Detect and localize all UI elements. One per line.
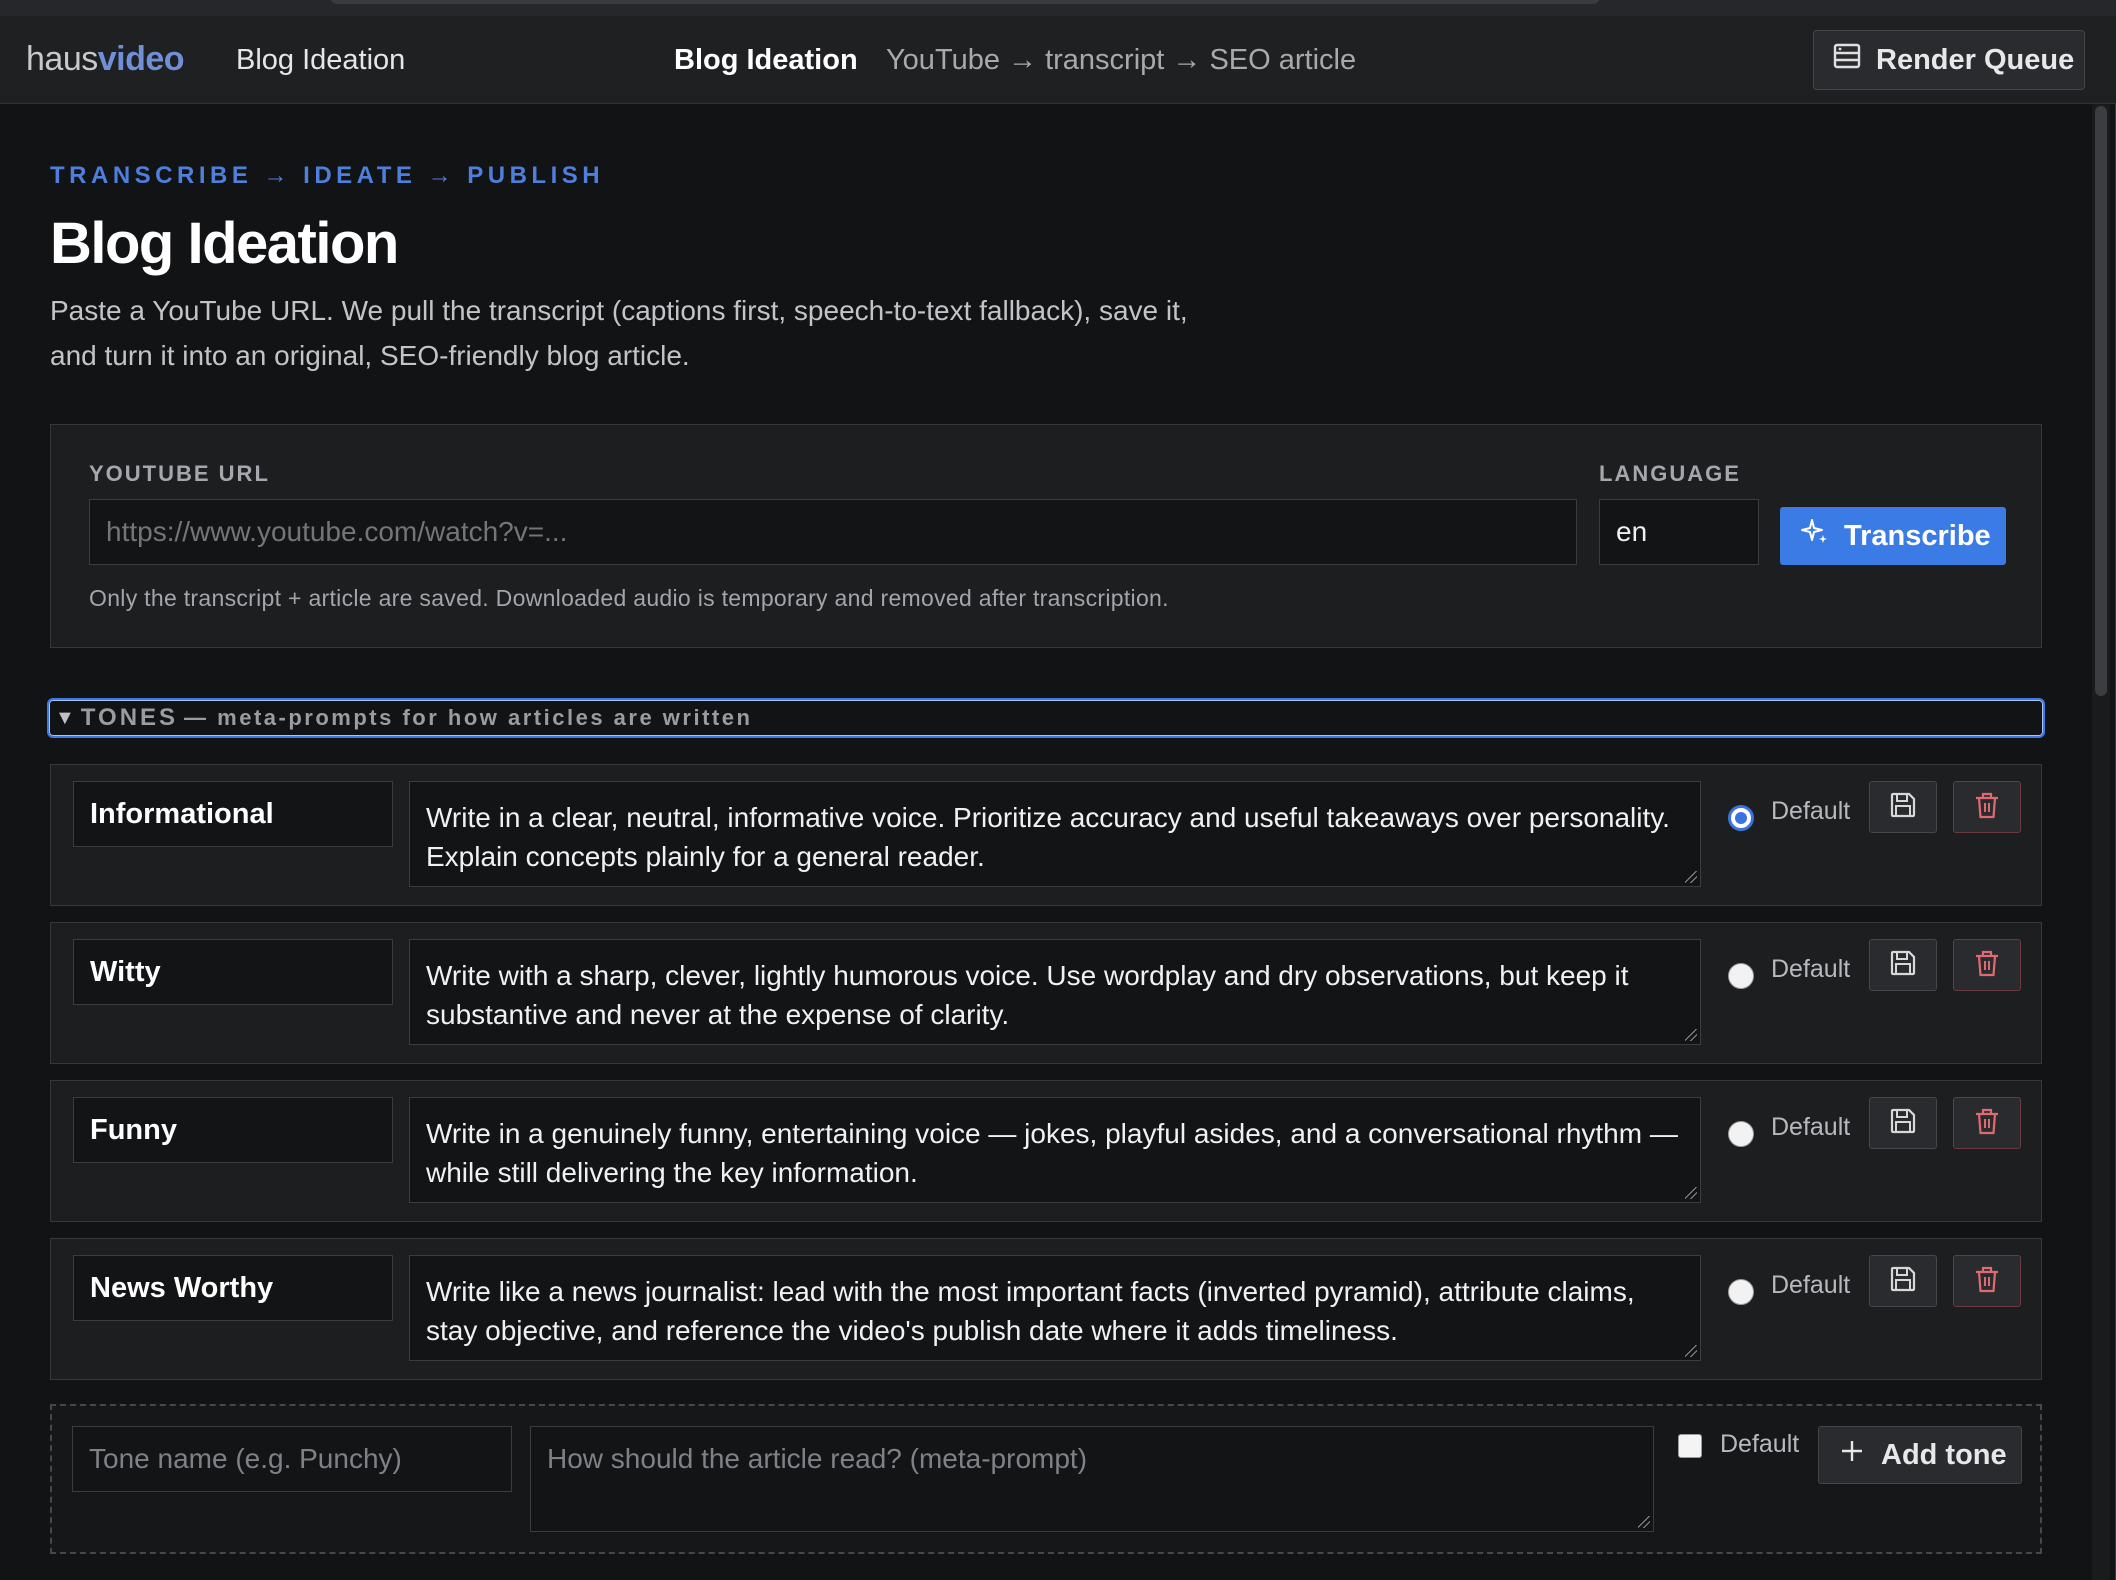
youtube-url-label: YOUTUBE URL [89,461,270,486]
new-tone-default-label: Default [1720,1430,1800,1458]
save-tone-button[interactable] [1869,1255,1937,1307]
queue-icon [1832,41,1862,79]
default-label: Default [1771,1271,1851,1299]
tone-name-field[interactable]: News Worthy [73,1255,393,1321]
resize-grip-icon[interactable] [1638,1516,1650,1528]
collapse-triangle-icon: ▼ [55,706,75,729]
page-description: Paste a YouTube URL. We pull the transcr… [50,295,1188,371]
save-tone-button[interactable] [1869,1097,1937,1149]
tone-prompt-text: Write like a news journalist: lead with … [426,1276,1635,1346]
tones-title: TONES [80,704,179,731]
new-tone-name-input[interactable]: Tone name (e.g. Punchy) [72,1426,512,1492]
tones-section-toggle[interactable]: ▼ TONES — meta-prompts for how articles … [47,698,2045,738]
tone-name-field[interactable]: Informational [73,781,393,847]
tone-name-field[interactable]: Funny [73,1097,393,1163]
default-radio[interactable] [1728,1121,1754,1147]
default-label: Default [1771,955,1851,983]
youtube-url-input[interactable] [89,499,1577,565]
tone-card-witty: Witty Write with a sharp, clever, lightl… [50,922,2042,1064]
language-label: LANGUAGE [1599,461,1741,486]
resize-grip-icon[interactable] [1685,1345,1697,1357]
trash-icon [1972,1106,2002,1141]
tone-prompt-text: Write in a genuinely funny, entertaining… [426,1118,1678,1188]
app-window: hausvideo Blog Ideation Blog Ideation Yo… [0,0,2116,1580]
add-tone-label: Add tone [1881,1438,2007,1471]
new-tone-name-placeholder: Tone name (e.g. Punchy) [89,1443,402,1474]
tone-card-informational: Informational Write in a clear, neutral,… [50,764,2042,906]
trash-icon [1972,1264,2002,1299]
resize-grip-icon[interactable] [1685,1187,1697,1199]
tone-card-funny: Funny Write in a genuinely funny, entert… [50,1080,2042,1222]
window-top-strip [0,0,2116,16]
trash-icon [1972,790,2002,825]
new-tone-prompt-placeholder: How should the article read? (meta-promp… [547,1443,1088,1474]
new-tone-default-checkbox[interactable] [1678,1434,1702,1458]
page-title: Blog Ideation [50,211,399,276]
save-tone-button[interactable] [1869,781,1937,833]
transcribe-label: Transcribe [1844,519,1991,552]
delete-tone-button[interactable] [1953,1097,2021,1149]
save-icon [1888,1106,1918,1141]
logo-part-2: video [97,40,185,78]
save-tone-button[interactable] [1869,939,1937,991]
trash-icon [1972,948,2002,983]
tone-prompt-field[interactable]: Write in a clear, neutral, informative v… [409,781,1701,887]
default-label: Default [1771,1113,1851,1141]
scrollbar-thumb[interactable] [2095,106,2107,696]
default-radio[interactable] [1728,1279,1754,1305]
page-eyebrow: TRANSCRIBE → IDEATE → PUBLISH [50,162,605,189]
transcribe-panel: YOUTUBE URL LANGUAGE Transcribe Only the… [50,424,2042,648]
tone-prompt-field[interactable]: Write in a genuinely funny, entertaining… [409,1097,1701,1203]
top-pill [330,0,1600,4]
new-tone-prompt-input[interactable]: How should the article read? (meta-promp… [530,1426,1654,1532]
delete-tone-button[interactable] [1953,1255,2021,1307]
transcribe-button[interactable]: Transcribe [1780,507,2006,565]
resize-grip-icon[interactable] [1685,1029,1697,1041]
default-label: Default [1771,797,1851,825]
tone-prompt-text: Write with a sharp, clever, lightly humo… [426,960,1629,1030]
delete-tone-button[interactable] [1953,781,2021,833]
default-radio[interactable] [1728,805,1754,831]
tones-subtitle: — meta-prompts for how articles are writ… [184,705,753,730]
default-radio[interactable] [1728,963,1754,989]
plus-icon [1839,1438,1865,1472]
new-tone-form: Tone name (e.g. Punchy) How should the a… [50,1404,2042,1554]
save-icon [1888,790,1918,825]
tone-prompt-field[interactable]: Write like a news journalist: lead with … [409,1255,1701,1361]
logo-part-1: haus [26,40,98,78]
render-queue-button[interactable]: Render Queue [1813,30,2085,90]
delete-tone-button[interactable] [1953,939,2021,991]
render-queue-label: Render Queue [1876,43,2075,76]
save-icon [1888,1264,1918,1299]
sparkle-icon [1800,517,1830,555]
add-tone-button[interactable]: Add tone [1818,1426,2022,1484]
app-logo[interactable]: hausvideo [26,40,185,79]
top-navbar: hausvideo Blog Ideation Blog Ideation Yo… [0,16,2116,104]
tone-prompt-text: Write in a clear, neutral, informative v… [426,802,1670,872]
vertical-scrollbar[interactable] [2092,104,2110,1580]
nav-section-title: Blog Ideation [674,44,858,76]
tone-name-field[interactable]: Witty [73,939,393,1005]
resize-grip-icon[interactable] [1685,871,1697,883]
nav-link-blog-ideation[interactable]: Blog Ideation [236,44,405,77]
tone-prompt-field[interactable]: Write with a sharp, clever, lightly humo… [409,939,1701,1045]
tone-card-news-worthy: News Worthy Write like a news journalist… [50,1238,2042,1380]
storage-note: Only the transcript + article are saved.… [89,585,1169,611]
nav-section-subtitle: YouTube → transcript → SEO article [886,44,1357,76]
save-icon [1888,948,1918,983]
language-input[interactable] [1599,499,1759,565]
